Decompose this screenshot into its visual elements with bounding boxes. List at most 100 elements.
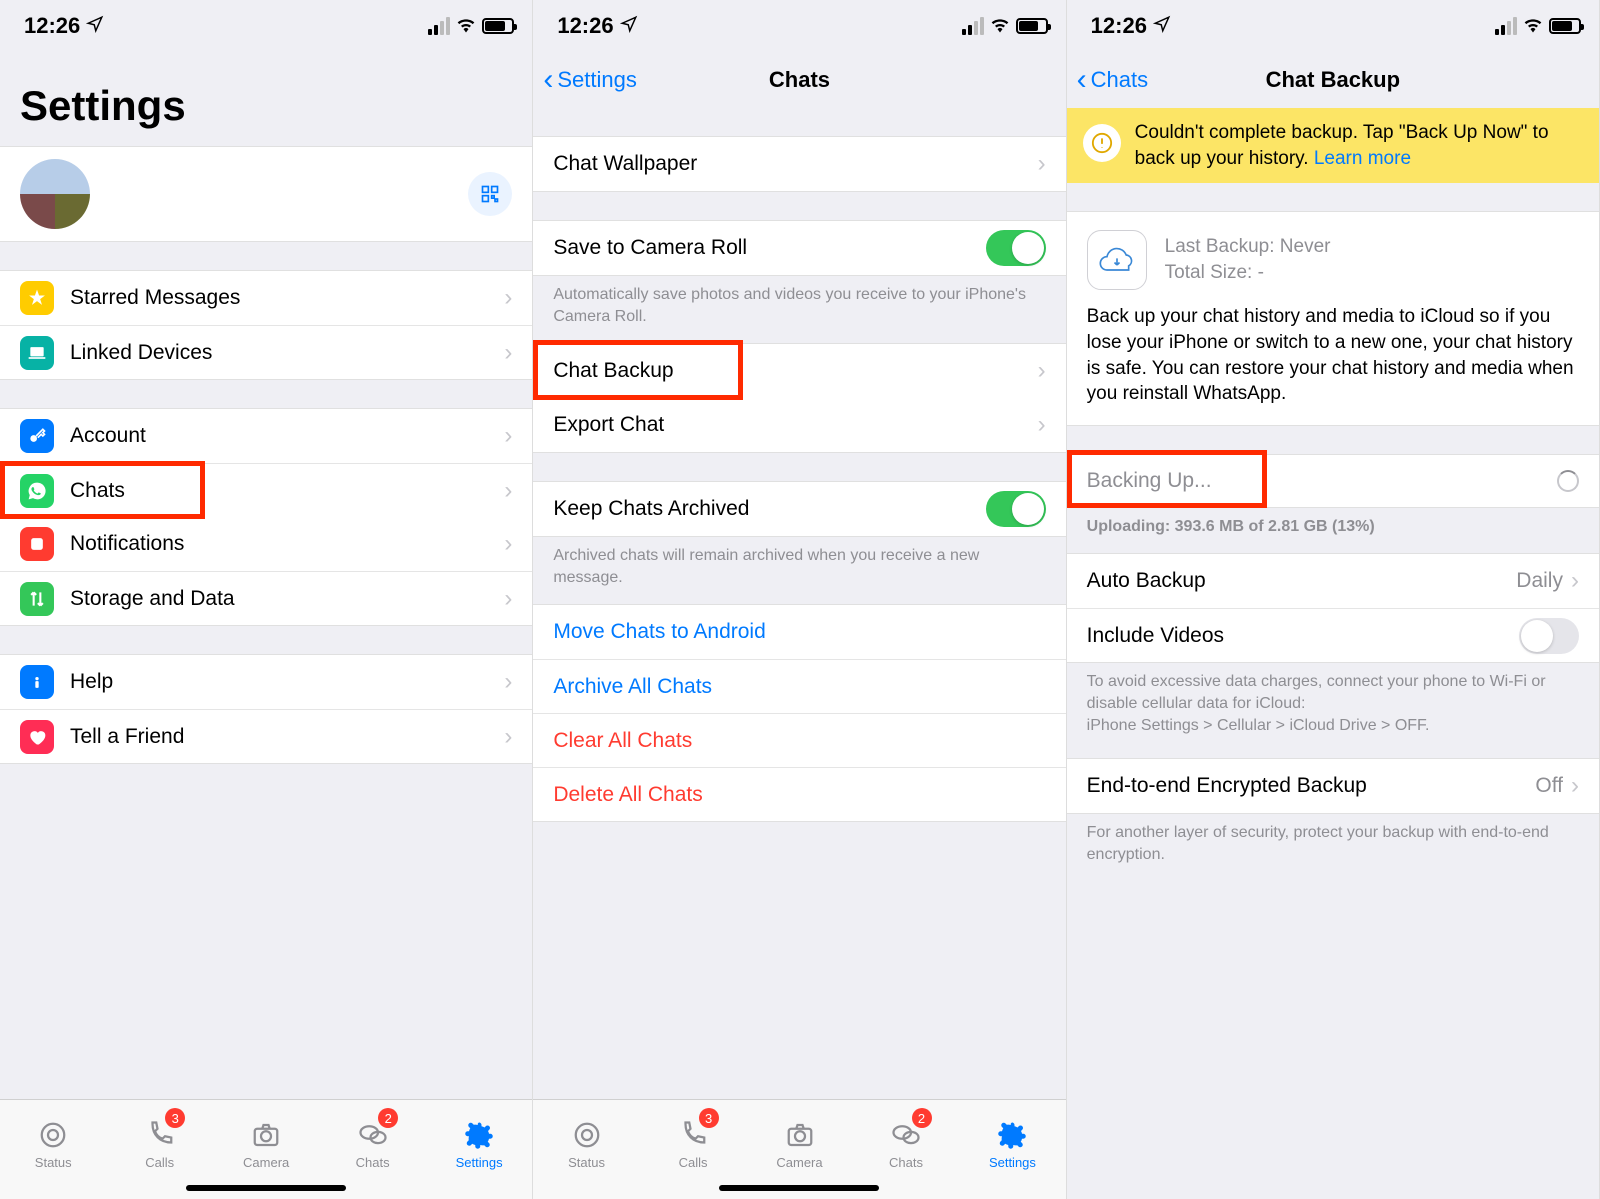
location-icon bbox=[86, 13, 104, 39]
clear-all-chats-row[interactable]: Clear All Chats bbox=[533, 713, 1065, 767]
export-chat-row[interactable]: Export Chat › bbox=[533, 398, 1065, 452]
status-bar: 12:26 bbox=[533, 0, 1065, 52]
chat-backup-screen: 12:26 ‹ Chats Chat Backup Couldn't compl… bbox=[1067, 0, 1600, 1199]
settings-screen: 12:26 Settings Starred Messages › bbox=[0, 0, 533, 1199]
save-camera-roll-row[interactable]: Save to Camera Roll bbox=[533, 221, 1065, 275]
delete-all-chats-row[interactable]: Delete All Chats bbox=[533, 767, 1065, 821]
tab-camera[interactable]: Camera bbox=[746, 1100, 852, 1189]
camera-icon bbox=[785, 1119, 815, 1151]
backing-up-row: Backing Up... bbox=[1067, 454, 1599, 508]
e2e-footer: For another layer of security, protect y… bbox=[1067, 814, 1599, 869]
home-indicator bbox=[719, 1185, 879, 1191]
account-row[interactable]: Account › bbox=[0, 409, 532, 463]
learn-more-link[interactable]: Learn more bbox=[1314, 148, 1411, 169]
signal-icon bbox=[1495, 17, 1517, 35]
location-icon bbox=[1153, 13, 1171, 39]
backup-info: Last Backup: Never Total Size: - Back up… bbox=[1067, 211, 1599, 426]
avatar bbox=[20, 159, 90, 229]
help-row[interactable]: Help › bbox=[0, 655, 532, 709]
include-videos-footer: To avoid excessive data charges, connect… bbox=[1067, 663, 1599, 740]
keep-archived-toggle[interactable] bbox=[986, 491, 1046, 527]
nav-header: ‹ Chats Chat Backup bbox=[1067, 52, 1599, 108]
info-icon bbox=[20, 665, 54, 699]
chevron-left-icon: ‹ bbox=[1077, 65, 1087, 95]
status-right bbox=[428, 13, 514, 39]
chats-row[interactable]: Chats › bbox=[0, 463, 532, 517]
battery-icon bbox=[482, 18, 514, 34]
chevron-right-icon: › bbox=[504, 284, 512, 312]
tab-status[interactable]: Status bbox=[0, 1100, 106, 1189]
back-button[interactable]: ‹ Chats bbox=[1077, 65, 1148, 95]
camera-icon bbox=[251, 1119, 281, 1151]
chats-settings-screen: 12:26 ‹ Settings Chats Chat Wallpaper › … bbox=[533, 0, 1066, 1199]
backup-description: Back up your chat history and media to i… bbox=[1087, 304, 1579, 407]
tab-chats[interactable]: Chats 2 bbox=[319, 1100, 425, 1189]
chats-badge: 2 bbox=[912, 1108, 932, 1128]
keep-archived-footer: Archived chats will remain archived when… bbox=[533, 537, 1065, 592]
e2e-backup-row[interactable]: End-to-end Encrypted Backup Off › bbox=[1067, 759, 1599, 813]
profile-row[interactable] bbox=[0, 146, 532, 242]
tab-settings[interactable]: Settings bbox=[959, 1100, 1065, 1189]
tab-chats[interactable]: Chats2 bbox=[853, 1100, 959, 1189]
nav-title: Chat Backup bbox=[1266, 67, 1400, 93]
chevron-left-icon: ‹ bbox=[543, 65, 553, 95]
include-videos-row[interactable]: Include Videos bbox=[1067, 608, 1599, 662]
chat-wallpaper-row[interactable]: Chat Wallpaper › bbox=[533, 137, 1065, 191]
qr-code-button[interactable] bbox=[468, 172, 512, 216]
gear-icon bbox=[464, 1119, 494, 1151]
chevron-right-icon: › bbox=[504, 477, 512, 505]
warning-icon bbox=[1083, 124, 1121, 162]
tab-status[interactable]: Status bbox=[533, 1100, 639, 1189]
whatsapp-icon bbox=[20, 474, 54, 508]
tab-calls[interactable]: Calls3 bbox=[640, 1100, 746, 1189]
storage-data-row[interactable]: Storage and Data › bbox=[0, 571, 532, 625]
status-time: 12:26 bbox=[1091, 13, 1147, 39]
chevron-right-icon: › bbox=[504, 723, 512, 751]
back-button[interactable]: ‹ Settings bbox=[543, 65, 637, 95]
save-camera-toggle[interactable] bbox=[986, 230, 1046, 266]
status-bar: 12:26 bbox=[1067, 0, 1599, 52]
include-videos-toggle[interactable] bbox=[1519, 618, 1579, 654]
notifications-row[interactable]: Notifications › bbox=[0, 517, 532, 571]
save-camera-footer: Automatically save photos and videos you… bbox=[533, 276, 1065, 331]
chats-badge: 2 bbox=[378, 1108, 398, 1128]
calls-badge: 3 bbox=[165, 1108, 185, 1128]
spinner-icon bbox=[1557, 470, 1579, 492]
signal-icon bbox=[428, 17, 450, 35]
chevron-right-icon: › bbox=[504, 339, 512, 367]
tab-settings[interactable]: Settings bbox=[426, 1100, 532, 1189]
banner-text: Couldn't complete backup. Tap "Back Up N… bbox=[1135, 120, 1583, 171]
tab-calls[interactable]: Calls 3 bbox=[106, 1100, 212, 1189]
chat-backup-row[interactable]: Chat Backup › bbox=[533, 344, 1065, 398]
linked-devices-row[interactable]: Linked Devices › bbox=[0, 325, 532, 379]
chevron-right-icon: › bbox=[1571, 772, 1579, 800]
status-icon bbox=[38, 1119, 68, 1151]
bell-icon bbox=[20, 527, 54, 561]
backup-meta: Last Backup: Never Total Size: - bbox=[1165, 234, 1331, 287]
star-icon bbox=[20, 281, 54, 315]
wifi-icon bbox=[1523, 13, 1543, 39]
battery-icon bbox=[1549, 18, 1581, 34]
starred-messages-row[interactable]: Starred Messages › bbox=[0, 271, 532, 325]
tab-bar: Status Calls3 Camera Chats2 Settings bbox=[533, 1099, 1065, 1199]
status-bar: 12:26 bbox=[0, 0, 532, 52]
chevron-right-icon: › bbox=[504, 585, 512, 613]
chevron-right-icon: › bbox=[504, 530, 512, 558]
warning-banner[interactable]: Couldn't complete backup. Tap "Back Up N… bbox=[1067, 108, 1599, 183]
battery-icon bbox=[1016, 18, 1048, 34]
cloud-icon bbox=[1087, 230, 1147, 290]
key-icon bbox=[20, 419, 54, 453]
tab-camera[interactable]: Camera bbox=[213, 1100, 319, 1189]
signal-icon bbox=[962, 17, 984, 35]
status-icon bbox=[572, 1119, 602, 1151]
uploading-status: Uploading: 393.6 MB of 2.81 GB (13%) bbox=[1067, 508, 1599, 542]
tell-friend-row[interactable]: Tell a Friend › bbox=[0, 709, 532, 763]
tab-bar: Status Calls 3 Camera Chats 2 Settings bbox=[0, 1099, 532, 1199]
archive-all-chats-row[interactable]: Archive All Chats bbox=[533, 659, 1065, 713]
auto-backup-row[interactable]: Auto Backup Daily › bbox=[1067, 554, 1599, 608]
chevron-right-icon: › bbox=[1038, 411, 1046, 439]
home-indicator bbox=[186, 1185, 346, 1191]
keep-archived-row[interactable]: Keep Chats Archived bbox=[533, 482, 1065, 536]
move-chats-android-row[interactable]: Move Chats to Android bbox=[533, 605, 1065, 659]
location-icon bbox=[620, 13, 638, 39]
